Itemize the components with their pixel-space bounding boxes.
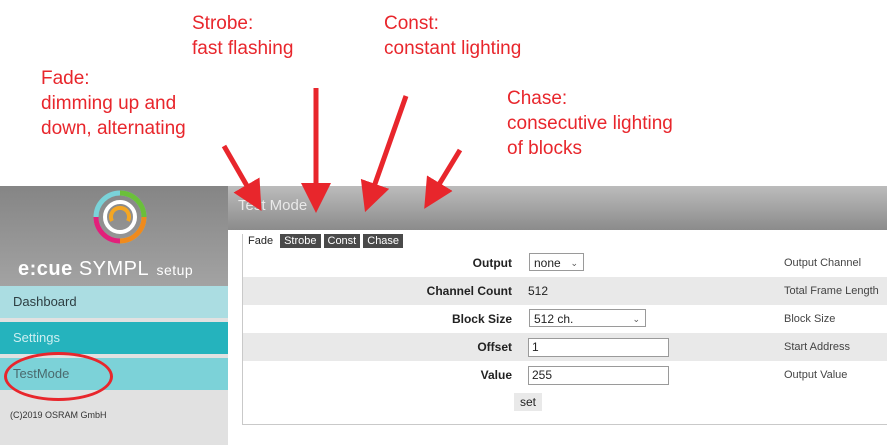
brand-sympl: SYMPL xyxy=(78,258,149,280)
copyright-text: (C)2019 OSRAM GmbH xyxy=(10,410,107,420)
output-desc: Output Channel xyxy=(784,257,862,269)
channel-count-value: 512 xyxy=(528,284,549,298)
annotation-chase: Chase: consecutive lighting of blocks xyxy=(507,86,673,161)
block-size-select-value: 512 ch. xyxy=(534,312,574,326)
chevron-down-icon: ⌄ xyxy=(632,314,640,324)
annotation-strobe-title: Strobe: xyxy=(192,13,254,34)
annotation-fade-line3: down, alternating xyxy=(41,118,186,139)
value-desc: Output Value xyxy=(784,369,848,381)
block-size-select[interactable]: 512 ch. ⌄ xyxy=(529,309,646,327)
annotation-strobe: Strobe: fast flashing xyxy=(192,11,293,61)
mode-tabs: Fade Strobe Const Chase xyxy=(244,234,406,248)
output-select[interactable]: none ⌄ xyxy=(529,253,584,271)
annotation-chase-title: Chase: xyxy=(507,88,568,109)
main-content: Test Mode Fade Strobe Const Chase Output… xyxy=(228,186,887,445)
value-label: Value xyxy=(480,368,512,382)
output-select-value: none xyxy=(534,256,561,270)
annotation-const-title: Const: xyxy=(384,13,439,34)
annotation-chase-line3: of blocks xyxy=(507,138,582,159)
channel-count-label: Channel Count xyxy=(426,284,512,298)
arrow-const xyxy=(360,95,409,213)
tab-fade[interactable]: Fade xyxy=(244,234,278,248)
logo-area: e:cue SYMPL setup xyxy=(0,186,228,286)
row-offset: Offset 1 Start Address xyxy=(243,333,887,361)
ecue-logo-icon xyxy=(93,190,147,244)
brand-ecue: e:cue xyxy=(18,258,73,280)
annotation-fade: Fade: dimming up and down, alternating xyxy=(41,66,186,141)
annotation-const-line2: constant lighting xyxy=(384,38,522,59)
annotation-strobe-line2: fast flashing xyxy=(192,38,294,59)
row-output: Output none ⌄ Output Channel xyxy=(243,249,887,277)
row-channel-count: Channel Count 512 Total Frame Length xyxy=(243,277,887,305)
sidebar-item-settings[interactable]: Settings xyxy=(0,322,228,358)
sidebar: e:cue SYMPL setup Dashboard Settings Tes… xyxy=(0,186,228,445)
value-input[interactable]: 255 xyxy=(528,366,669,385)
offset-desc: Start Address xyxy=(784,341,851,353)
channel-count-desc: Total Frame Length xyxy=(784,285,879,297)
row-block-size: Block Size 512 ch. ⌄ Block Size xyxy=(243,305,887,333)
tab-strobe[interactable]: Strobe xyxy=(280,234,321,248)
offset-input[interactable]: 1 xyxy=(528,338,669,357)
page-title: Test Mode xyxy=(228,186,887,230)
testmode-highlight-circle xyxy=(4,352,113,401)
brand-setup: setup xyxy=(156,262,194,278)
chevron-down-icon: ⌄ xyxy=(570,258,578,268)
annotation-fade-title: Fade: xyxy=(41,68,90,89)
annotation-chase-line2: consecutive lighting xyxy=(507,113,673,134)
sidebar-item-dashboard[interactable]: Dashboard xyxy=(0,286,228,322)
brand-logo: e:cue SYMPL setup xyxy=(18,258,193,281)
offset-label: Offset xyxy=(477,340,512,354)
row-value: Value 255 Output Value xyxy=(243,361,887,389)
set-button[interactable]: set xyxy=(514,393,543,411)
output-label: Output xyxy=(472,256,512,270)
tab-chase[interactable]: Chase xyxy=(363,234,404,248)
annotation-fade-line2: dimming up and xyxy=(41,93,177,114)
tab-const[interactable]: Const xyxy=(323,234,361,248)
block-size-label: Block Size xyxy=(451,312,512,326)
block-size-desc: Block Size xyxy=(784,313,836,325)
annotation-const: Const: constant lighting xyxy=(384,11,521,61)
